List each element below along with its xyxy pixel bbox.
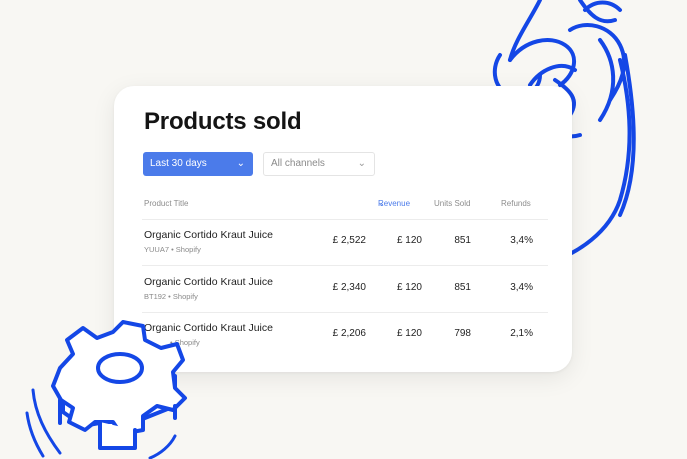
product-name: Organic Cortido Kraut Juice bbox=[144, 276, 273, 288]
product-price: £ 2,340 bbox=[332, 282, 366, 293]
sort-desc-icon: ⌄ bbox=[378, 199, 385, 208]
product-meta: YUUA7 • Shopify bbox=[144, 245, 201, 254]
table-row[interactable]: Organic Cortido Kraut Juice • Shopify £ … bbox=[144, 322, 544, 366]
product-revenue: £ 120 bbox=[396, 235, 422, 246]
period-dropdown[interactable]: Last 30 days ⌄ bbox=[143, 152, 253, 176]
divider bbox=[142, 312, 548, 313]
product-meta: BT192 • Shopify bbox=[144, 292, 198, 301]
product-units-sold: 798 bbox=[454, 328, 471, 339]
product-price: £ 2,522 bbox=[332, 235, 366, 246]
channel-dropdown-value: All channels bbox=[271, 158, 325, 169]
divider bbox=[142, 265, 548, 266]
product-revenue: £ 120 bbox=[396, 328, 422, 339]
chevron-down-icon: ⌄ bbox=[357, 158, 366, 169]
product-name: Organic Cortido Kraut Juice bbox=[144, 229, 273, 241]
table-header: Product Title Revenue ⌄ Units Sold Refun… bbox=[144, 199, 544, 213]
table-row[interactable]: Organic Cortido Kraut Juice YUUA7 • Shop… bbox=[144, 229, 544, 273]
column-header-product-title[interactable]: Product Title bbox=[144, 199, 188, 208]
product-refunds: 2,1% bbox=[510, 328, 533, 339]
product-refunds: 3,4% bbox=[510, 235, 533, 246]
column-header-units-sold[interactable]: Units Sold bbox=[434, 199, 470, 208]
card-title: Products sold bbox=[144, 108, 302, 135]
product-refunds: 3,4% bbox=[510, 282, 533, 293]
product-units-sold: 851 bbox=[454, 235, 471, 246]
product-revenue: £ 120 bbox=[396, 282, 422, 293]
table-row[interactable]: Organic Cortido Kraut Juice BT192 • Shop… bbox=[144, 276, 544, 320]
chevron-down-icon: ⌄ bbox=[236, 158, 245, 169]
column-header-refunds[interactable]: Refunds bbox=[501, 199, 531, 208]
period-dropdown-value: Last 30 days bbox=[150, 158, 207, 169]
channel-dropdown[interactable]: All channels ⌄ bbox=[263, 152, 375, 176]
gear-doodle-illustration bbox=[25, 320, 187, 459]
product-units-sold: 851 bbox=[454, 282, 471, 293]
product-price: £ 2,206 bbox=[332, 328, 366, 339]
divider bbox=[142, 219, 548, 220]
